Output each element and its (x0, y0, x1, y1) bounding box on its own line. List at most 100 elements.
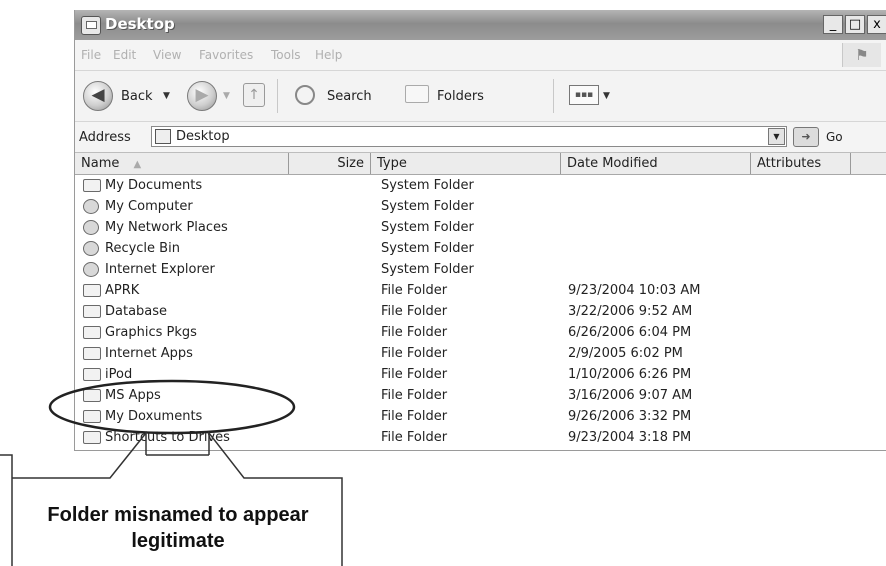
folder-icon (83, 431, 101, 444)
file-type: File Folder (381, 304, 448, 319)
menu-bar: File Edit View Favorites Tools Help ⚑ (75, 40, 886, 71)
desktop-small-icon (155, 129, 171, 144)
folders-icon[interactable] (405, 85, 429, 103)
file-name: Recycle Bin (105, 241, 180, 256)
list-item[interactable]: My Network Places System Folder (75, 218, 886, 239)
search-icon[interactable] (295, 85, 315, 105)
recycle-bin-icon (83, 241, 99, 256)
folder-icon (83, 326, 101, 339)
column-name-label: Name (81, 156, 120, 171)
maximize-button[interactable]: □ (845, 15, 865, 34)
menu-file[interactable]: File (81, 48, 101, 62)
file-type: System Folder (381, 262, 474, 277)
list-item[interactable]: Graphics Pkgs File Folder 6/26/2006 6:04… (75, 323, 886, 344)
list-item[interactable]: iPod File Folder 1/10/2006 6:26 PM (75, 365, 886, 386)
list-item[interactable]: Shortcuts to Drives File Folder 9/23/200… (75, 428, 886, 449)
file-type: File Folder (381, 409, 448, 424)
file-type: System Folder (381, 199, 474, 214)
menu-help[interactable]: Help (315, 48, 342, 62)
list-item[interactable]: Internet Explorer System Folder (75, 260, 886, 281)
file-name: My Doxuments (105, 409, 203, 424)
minimize-button[interactable]: _ (823, 15, 843, 34)
file-name: Shortcuts to Drives (105, 430, 230, 445)
title-bar: Desktop _ □ x (75, 10, 886, 40)
address-bar: Address Desktop ▼ ➜ Go (75, 122, 886, 153)
up-folder-icon[interactable]: ↑ (243, 83, 265, 107)
folder-icon (83, 284, 101, 297)
search-button-label[interactable]: Search (327, 89, 372, 104)
list-item[interactable]: My Doxuments File Folder 9/26/2006 3:32 … (75, 407, 886, 428)
toolbar: ◀ Back ▼ ▶ ▼ ↑ Search Folders ▪▪▪ ▼ (75, 71, 886, 122)
file-type: File Folder (381, 388, 448, 403)
list-item[interactable]: Internet Apps File Folder 2/9/2005 6:02 … (75, 344, 886, 365)
file-type: File Folder (381, 430, 448, 445)
list-item[interactable]: APRK File Folder 9/23/2004 10:03 AM (75, 281, 886, 302)
column-size[interactable]: Size (289, 153, 371, 174)
file-date: 9/23/2004 3:18 PM (568, 430, 692, 445)
file-type: System Folder (381, 220, 474, 235)
file-type: File Folder (381, 367, 448, 382)
column-name[interactable]: Name ▲ (75, 153, 289, 174)
file-name: Internet Apps (105, 346, 193, 361)
address-dropdown-icon[interactable]: ▼ (768, 128, 785, 145)
column-type[interactable]: Type (371, 153, 561, 174)
folders-button-label[interactable]: Folders (437, 89, 484, 104)
close-button[interactable]: x (867, 15, 886, 34)
folder-icon (83, 305, 101, 318)
annotation-line-1: Folder misnamed to appear (47, 504, 309, 526)
sort-ascending-icon: ▲ (133, 159, 142, 170)
folder-icon (83, 368, 101, 381)
my-computer-icon (83, 199, 99, 214)
address-input[interactable]: Desktop ▼ (151, 126, 787, 147)
list-item[interactable]: My Documents System Folder (75, 176, 886, 197)
folder-icon (83, 347, 101, 360)
forward-arrow-icon[interactable]: ▶ (187, 81, 217, 111)
file-name: APRK (105, 283, 140, 298)
forward-dropdown-icon[interactable]: ▼ (223, 91, 230, 101)
views-dropdown-icon[interactable]: ▼ (603, 91, 610, 101)
column-date-modified[interactable]: Date Modified (561, 153, 751, 174)
list-item[interactable]: Recycle Bin System Folder (75, 239, 886, 260)
desktop-icon (81, 16, 101, 35)
file-date: 3/22/2006 9:52 AM (568, 304, 693, 319)
network-places-icon (83, 220, 99, 235)
column-attributes[interactable]: Attributes (751, 153, 851, 174)
go-button-label[interactable]: Go (826, 130, 843, 144)
file-type: File Folder (381, 325, 448, 340)
my-documents-icon (83, 179, 101, 192)
back-arrow-icon[interactable]: ◀ (83, 81, 113, 111)
toolbar-separator-2 (553, 79, 554, 113)
address-value: Desktop (176, 129, 230, 144)
menu-favorites[interactable]: Favorites (199, 48, 253, 62)
back-dropdown-icon[interactable]: ▼ (163, 91, 170, 101)
folder-icon (83, 410, 101, 423)
list-item[interactable]: MS Apps File Folder 3/16/2006 9:07 AM (75, 386, 886, 407)
file-date: 1/10/2006 6:26 PM (568, 367, 692, 382)
file-name: Database (105, 304, 168, 319)
menu-tools[interactable]: Tools (271, 48, 301, 62)
folder-icon (83, 389, 101, 402)
file-name: Internet Explorer (105, 262, 215, 277)
column-headers: Name ▲ Size Type Date Modified Attribute… (75, 153, 886, 175)
annotation-line-2: legitimate (131, 530, 225, 552)
file-name: My Documents (105, 178, 203, 193)
file-name: Graphics Pkgs (105, 325, 197, 340)
file-type: System Folder (381, 241, 474, 256)
file-date: 6/26/2006 6:04 PM (568, 325, 692, 340)
menu-view[interactable]: View (153, 48, 181, 62)
internet-explorer-icon (83, 262, 99, 277)
go-arrow-icon[interactable]: ➜ (793, 127, 819, 147)
list-item[interactable]: Database File Folder 3/22/2006 9:52 AM (75, 302, 886, 323)
back-button-label[interactable]: Back (121, 89, 153, 104)
file-date: 9/23/2004 10:03 AM (568, 283, 701, 298)
file-name: My Computer (105, 199, 193, 214)
file-type: File Folder (381, 283, 448, 298)
list-item[interactable]: My Computer System Folder (75, 197, 886, 218)
views-icon[interactable]: ▪▪▪ (569, 85, 599, 105)
menu-edit[interactable]: Edit (113, 48, 136, 62)
file-name: My Network Places (105, 220, 228, 235)
file-type: System Folder (381, 178, 474, 193)
callout-box-left (0, 454, 13, 566)
window-title: Desktop (105, 15, 175, 33)
explorer-window: Desktop _ □ x File Edit View Favorites T… (74, 10, 886, 451)
